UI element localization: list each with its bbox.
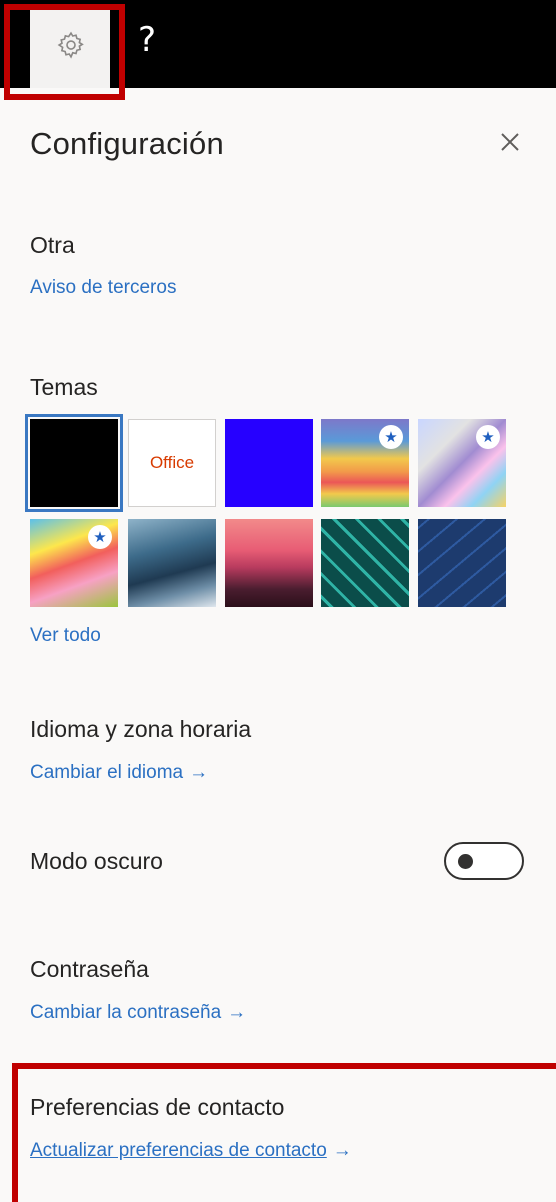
language-heading: Idioma y zona horaria [30, 716, 252, 742]
change-password-label: Cambiar la contraseña [30, 1002, 222, 1023]
help-icon[interactable]: ? [138, 20, 156, 60]
theme-office[interactable]: Office [128, 419, 216, 507]
panel-title: Configuración [30, 126, 224, 161]
star-icon: ★ [379, 425, 403, 449]
star-icon: ★ [476, 425, 500, 449]
themes-grid: Office ★ ★ ★ [25, 414, 507, 608]
dark-mode-toggle[interactable] [444, 842, 524, 880]
theme-cartoon[interactable]: ★ [30, 519, 118, 607]
password-heading: Contraseña [30, 956, 149, 982]
gear-highlight-box [4, 4, 125, 100]
see-all-themes-link[interactable]: Ver todo [30, 625, 101, 647]
theme-palms[interactable] [225, 519, 313, 607]
update-contact-preferences-label: Actualizar preferencias de contacto [30, 1140, 327, 1161]
theme-pastel-lines[interactable]: ★ [418, 419, 506, 507]
star-icon: ★ [88, 525, 112, 549]
toggle-knob [458, 854, 473, 869]
themes-heading: Temas [30, 374, 98, 400]
third-party-notice-link[interactable]: Aviso de terceros [30, 277, 176, 299]
theme-blueprint[interactable] [418, 519, 506, 607]
dark-mode-heading: Modo oscuro [30, 848, 163, 874]
arrow-right-icon: → [332, 1140, 352, 1161]
contact-highlight-box [12, 1063, 556, 1202]
change-language-link[interactable]: Cambiar el idioma → [30, 762, 208, 784]
theme-black[interactable] [25, 414, 123, 512]
other-heading: Otra [30, 232, 75, 258]
change-password-link[interactable]: Cambiar la contraseña → [30, 1002, 246, 1024]
contact-preferences-heading: Preferencias de contacto [30, 1094, 285, 1120]
theme-rainbow[interactable]: ★ [321, 419, 409, 507]
theme-circuit[interactable] [321, 519, 409, 607]
close-icon[interactable] [494, 126, 526, 158]
update-contact-preferences-link[interactable]: Actualizar preferencias de contacto → [30, 1140, 352, 1162]
change-language-label: Cambiar el idioma [30, 762, 184, 783]
theme-mountain[interactable] [128, 519, 216, 607]
arrow-right-icon: → [227, 1002, 247, 1023]
arrow-right-icon: → [189, 762, 209, 783]
theme-blue[interactable] [225, 419, 313, 507]
